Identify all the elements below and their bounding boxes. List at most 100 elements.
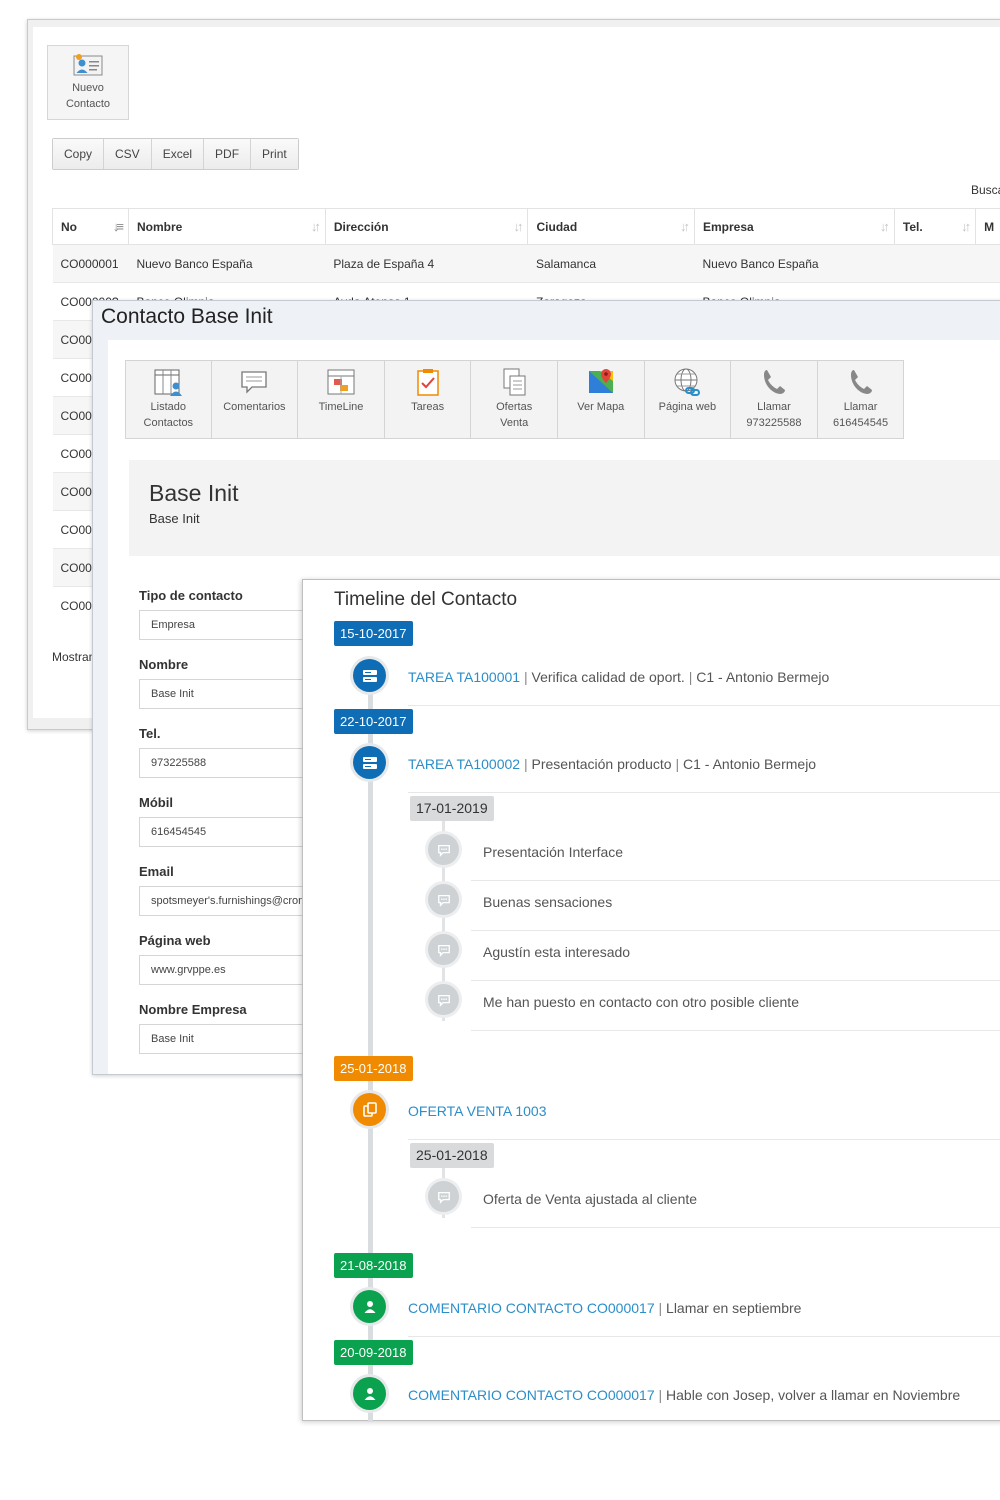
comments-button[interactable]: Comentarios — [211, 360, 299, 439]
column-header-m[interactable]: M — [975, 208, 1000, 245]
comment-bubble-icon — [437, 894, 450, 907]
sales-offers-button[interactable]: Ofertas Venta — [471, 360, 558, 439]
column-header-no[interactable]: No ↓≡ — [52, 208, 129, 245]
timeline-entry: TAREA TA100001 | Verifica calidad de opo… — [408, 666, 1000, 706]
comment-node — [428, 934, 459, 965]
sales-offers-label: Ofertas Venta — [496, 401, 533, 429]
table-cell: Plaza de España 4 — [325, 244, 528, 283]
separator: | — [523, 669, 528, 685]
comment-description: Llamar en septiembre — [666, 1300, 802, 1316]
contact-comment-link[interactable]: COMENTARIO CONTACTO CO000017 — [408, 1387, 655, 1403]
comment-date-badge: 25-01-2018 — [410, 1143, 494, 1168]
comment-node — [428, 884, 459, 915]
web-page-button[interactable]: Página web — [644, 360, 732, 439]
user-icon — [364, 1300, 375, 1313]
call-mobile-label: Llamar 616454545 — [833, 401, 889, 429]
separator: | — [658, 1300, 663, 1316]
timeline-date-badge: 21-08-2018 — [334, 1253, 413, 1278]
separator: | — [523, 756, 528, 772]
comment-text: Oferta de Venta ajustada al cliente — [471, 1188, 1000, 1228]
copy-button[interactable]: Copy — [53, 139, 105, 169]
column-header-empresa[interactable]: Empresa ↓↑ — [694, 208, 895, 245]
comment-bubble-icon — [437, 1191, 450, 1204]
task-assignee: C1 - Antonio Bermejo — [683, 756, 817, 772]
timeline-date-badge: 25-01-2018 — [334, 1056, 413, 1081]
timeline-panel: Timeline del Contacto 15-10-2017 TAREA T… — [305, 580, 1000, 1422]
comment-contact-node — [353, 1290, 386, 1323]
task-link[interactable]: TAREA TA100001 — [408, 669, 520, 685]
call-phone-label: Llamar 973225588 — [746, 401, 802, 429]
separator: | — [688, 669, 693, 685]
comment-node — [428, 1181, 459, 1212]
comment-description: Hable con Josep, volver a llamar en Novi… — [666, 1387, 961, 1403]
comment-text: Agustín esta interesado — [471, 941, 1000, 981]
website-field[interactable]: www.grvppe.es — [139, 955, 319, 985]
table-cell: Salamanca — [527, 244, 695, 283]
table-cell: CO000001 — [52, 244, 129, 283]
globe-link-icon — [674, 368, 701, 396]
phone-icon — [763, 370, 785, 394]
pdf-button[interactable]: PDF — [204, 139, 252, 169]
new-contact-button[interactable]: Nuevo Contacto — [47, 45, 129, 120]
comment-node — [428, 834, 459, 865]
csv-button[interactable]: CSV — [104, 139, 152, 169]
list-contacts-button[interactable]: Listado Contactos — [125, 360, 212, 439]
phone-icon — [850, 370, 872, 394]
contact-type-field[interactable]: Empresa — [139, 610, 319, 640]
email-field[interactable]: spotsmeyer's.furnishings@cron — [139, 886, 319, 916]
task-description: Presentación producto — [531, 756, 672, 772]
timeline-window: Timeline del Contacto 15-10-2017 TAREA T… — [302, 579, 1000, 1422]
sort-icon: ↓↑ — [961, 219, 971, 234]
phone-field[interactable]: 973225588 — [139, 748, 319, 778]
timeline-entry: TAREA TA100002 | Presentación producto |… — [408, 753, 1000, 793]
column-header-nombre[interactable]: Nombre ↓↑ — [127, 208, 326, 245]
map-icon — [588, 369, 613, 393]
timeline-entry: COMENTARIO CONTACTO CO000017 | Hable con… — [408, 1384, 1000, 1424]
comment-text: Me han puesto en contacto con otro posib… — [471, 991, 1000, 1031]
column-header-ciudad[interactable]: Ciudad ↓↑ — [527, 208, 695, 245]
mobile-field[interactable]: 616454545 — [139, 817, 319, 847]
contact-toolbar: Listado Contactos Comentarios TimeLine T… — [125, 360, 905, 439]
timeline-button[interactable]: TimeLine — [298, 360, 385, 439]
separator: | — [675, 756, 680, 772]
column-header-tel[interactable]: Tel. ↓↑ — [893, 208, 977, 245]
timeline-icon — [327, 369, 355, 395]
documents-icon — [503, 368, 526, 396]
copy-icon — [362, 1101, 377, 1117]
tasks-button[interactable]: Tareas — [384, 360, 472, 439]
window-title: Contacto Base Init — [101, 305, 273, 328]
excel-button[interactable]: Excel — [151, 139, 205, 169]
company-name-label: Nombre Empresa — [139, 1002, 247, 1017]
comment-bubble-icon — [437, 944, 450, 957]
comment-bubble-icon — [437, 844, 450, 857]
user-icon — [364, 1387, 375, 1400]
table-cell — [975, 244, 1000, 283]
comment-date-badge: 17-01-2019 — [410, 796, 494, 821]
table-info-text: Mostran — [52, 650, 96, 664]
contact-header: Base Init Base Init — [129, 460, 1000, 556]
contact-comment-link[interactable]: COMENTARIO CONTACTO CO000017 — [408, 1300, 655, 1316]
clipboard-check-icon — [416, 369, 439, 396]
call-phone-button[interactable]: Llamar 973225588 — [731, 360, 818, 439]
offer-link[interactable]: OFERTA VENTA 1003 — [408, 1103, 547, 1119]
server-icon — [362, 669, 377, 682]
comment-text: Presentación Interface — [471, 841, 1000, 881]
table-row[interactable]: CO000001 Nuevo Banco España Plaza de Españ… — [52, 244, 1000, 283]
name-field[interactable]: Base Init — [139, 679, 319, 709]
task-node — [353, 746, 386, 779]
task-link[interactable]: TAREA TA100002 — [408, 756, 520, 772]
search-label: Busca — [971, 183, 1000, 197]
call-mobile-button[interactable]: Llamar 616454545 — [817, 360, 905, 439]
sort-icon: ↓↑ — [310, 219, 321, 234]
company-name-field[interactable]: Base Init — [139, 1024, 319, 1054]
comment-bubble-icon — [437, 994, 450, 1007]
view-map-label: Ver Mapa — [577, 401, 625, 413]
mobile-label: Móbil — [139, 795, 173, 810]
email-label: Email — [139, 864, 174, 879]
tasks-label: Tareas — [411, 401, 445, 413]
column-header-direccion[interactable]: Dirección ↓↑ — [324, 208, 529, 245]
view-map-button[interactable]: Ver Mapa — [557, 360, 645, 439]
print-button[interactable]: Print — [251, 139, 298, 169]
timeline-title: Timeline del Contacto — [334, 589, 518, 610]
table-cell: Nuevo Banco España — [694, 244, 895, 283]
